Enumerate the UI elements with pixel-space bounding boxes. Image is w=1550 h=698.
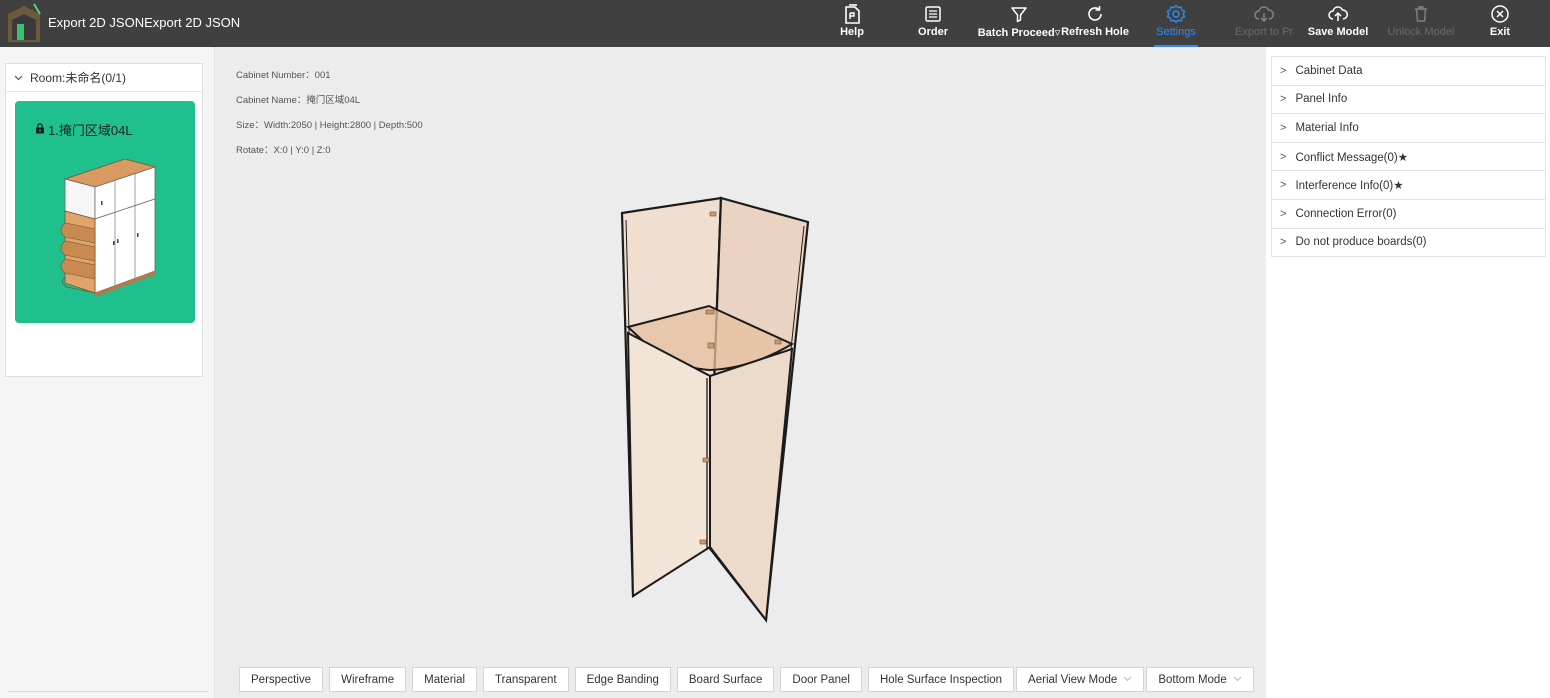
hole-surface-inspection-button[interactable]: Hole Surface Inspection — [867, 667, 1015, 692]
cabinet-thumbnail — [53, 158, 159, 304]
chevron-down-icon — [1233, 674, 1242, 685]
chevron-down-icon — [1123, 674, 1132, 685]
cloud-upload-icon — [1327, 3, 1349, 25]
exit-label: Exit — [1489, 26, 1511, 38]
cabinet-rotate: Rotate：X:0 | Y:0 | Z:0 — [236, 145, 331, 156]
room-tree: Room:未命名(0/1) 1.掩门区域04L — [5, 63, 203, 377]
cabinet-number: Cabinet Number：001 — [236, 70, 331, 81]
accordion-label: Do not produce boards(0) — [1295, 236, 1427, 249]
chevron-right-icon: > — [1280, 150, 1287, 163]
front-right-door — [709, 347, 794, 623]
bottom-mode-label: Bottom Mode — [1158, 673, 1227, 686]
edge-banding-button[interactable]: Edge Banding — [574, 667, 671, 692]
settings-label: Settings — [1156, 26, 1196, 38]
accordion-item-conflict-message[interactable]: > Conflict Message(0)★ — [1272, 142, 1545, 172]
batch-proceed-button[interactable]: Batch Proceed▿ — [977, 2, 1061, 44]
chevron-right-icon: > — [1280, 64, 1287, 77]
batch-proceed-label: Batch Proceed▿ — [977, 27, 1061, 39]
accordion-label: Connection Error(0) — [1295, 207, 1397, 220]
cabinet-size: Size：Width:2050 | Height:2800 | Depth:50… — [236, 120, 423, 131]
accordion-item-cabinet-data[interactable]: > Cabinet Data — [1272, 57, 1545, 86]
accordion-label: Panel Info — [1295, 93, 1348, 106]
chevron-down-icon — [14, 73, 23, 83]
accordion-label: Cabinet Data — [1295, 64, 1363, 77]
exit-button[interactable]: Exit — [1487, 2, 1513, 44]
transparent-button[interactable]: Transparent — [483, 667, 569, 692]
room-header[interactable]: Room:未命名(0/1) — [6, 64, 202, 92]
app-logo-icon — [4, 2, 44, 45]
door-panel-button[interactable]: Door Panel — [780, 667, 862, 692]
accordion-label: Material Info — [1295, 121, 1359, 134]
accordion-label: Interference Info(0)★ — [1295, 180, 1404, 193]
filter-icon — [1008, 3, 1030, 25]
cabinet-card[interactable]: 1.掩门区域04L — [15, 101, 195, 323]
chevron-right-icon: > — [1280, 179, 1287, 192]
accordion-item-interference-info[interactable]: > Interference Info(0)★ — [1272, 171, 1545, 200]
chevron-right-icon: > — [1280, 236, 1287, 249]
refresh-hole-button[interactable]: Refresh Hole — [1061, 2, 1129, 44]
order-button[interactable]: Order — [914, 2, 952, 44]
save-model-button[interactable]: Save Model — [1306, 2, 1370, 44]
accordion-item-do-not-produce-boards[interactable]: > Do not produce boards(0) — [1272, 228, 1545, 258]
order-label: Order — [918, 26, 948, 38]
accordion-item-panel-info[interactable]: > Panel Info — [1272, 85, 1545, 115]
cabinet-info: Cabinet Number：001 Cabinet Name：掩门区域04L … — [236, 63, 423, 163]
help-label: Help — [840, 26, 864, 38]
front-left-door — [626, 331, 711, 598]
save-model-label: Save Model — [1307, 26, 1369, 38]
cloud-download-icon — [1253, 3, 1275, 25]
refresh-hole-label: Refresh Hole — [1061, 26, 1129, 38]
trash-icon — [1410, 3, 1432, 25]
unlock-model-label: Unlock Model — [1387, 26, 1455, 38]
divider — [8, 691, 208, 692]
aerial-view-mode-dropdown[interactable]: Aerial View Mode — [1016, 667, 1145, 692]
close-circle-icon — [1489, 3, 1511, 25]
refresh-icon — [1084, 3, 1106, 25]
info-accordion: > Cabinet Data > Panel Info > Material I… — [1271, 56, 1546, 258]
unlock-model-button[interactable]: Unlock Model — [1385, 2, 1457, 44]
chevron-right-icon: > — [1280, 121, 1287, 134]
settings-gear-icon — [1165, 3, 1187, 25]
order-list-icon — [922, 3, 944, 25]
room-label: Room:未命名(0/1) — [30, 71, 127, 85]
wireframe-button[interactable]: Wireframe — [329, 667, 407, 692]
lock-icon — [35, 122, 45, 137]
aerial-view-mode-label: Aerial View Mode — [1028, 673, 1118, 686]
bottom-mode-dropdown[interactable]: Bottom Mode — [1146, 667, 1254, 692]
material-button[interactable]: Material — [412, 667, 478, 692]
accordion-label: Conflict Message(0)★ — [1295, 151, 1409, 164]
settings-tab[interactable]: Settings — [1154, 2, 1198, 47]
export-to-produce-label: Export to Produce — [1235, 26, 1293, 38]
help-button[interactable]: Help — [838, 2, 866, 44]
help-document-icon — [841, 3, 863, 25]
view-mode-toolbar: Perspective Wireframe Material Transpare… — [239, 667, 1254, 692]
board-surface-button[interactable]: Board Surface — [676, 667, 775, 692]
accordion-item-connection-error[interactable]: > Connection Error(0) — [1272, 199, 1545, 229]
view-dropdown-group: Hole Surface Inspection Aerial View Mode… — [867, 667, 1254, 692]
accordion-item-material-info[interactable]: > Material Info — [1272, 114, 1545, 143]
cabinet-name: Cabinet Name：掩门区域04L — [236, 95, 361, 106]
chevron-right-icon: > — [1280, 207, 1287, 220]
properties-panel: > Cabinet Data > Panel Info > Material I… — [1266, 47, 1550, 698]
room-sidebar: Room:未命名(0/1) 1.掩门区域04L — [0, 47, 215, 698]
top-toolbar: Export 2D JSONExport 2D JSON Help Order … — [0, 0, 1550, 47]
export-to-produce-button[interactable]: Export to Produce — [1222, 2, 1306, 44]
3d-viewport[interactable] — [560, 190, 820, 635]
perspective-button[interactable]: Perspective — [239, 667, 324, 692]
chevron-right-icon: > — [1280, 93, 1287, 106]
app-title: Export 2D JSONExport 2D JSON — [48, 15, 241, 30]
cabinet-card-label: 1.掩门区域04L — [48, 123, 133, 138]
cabinet-card-title: 1.掩门区域04L — [35, 120, 133, 139]
